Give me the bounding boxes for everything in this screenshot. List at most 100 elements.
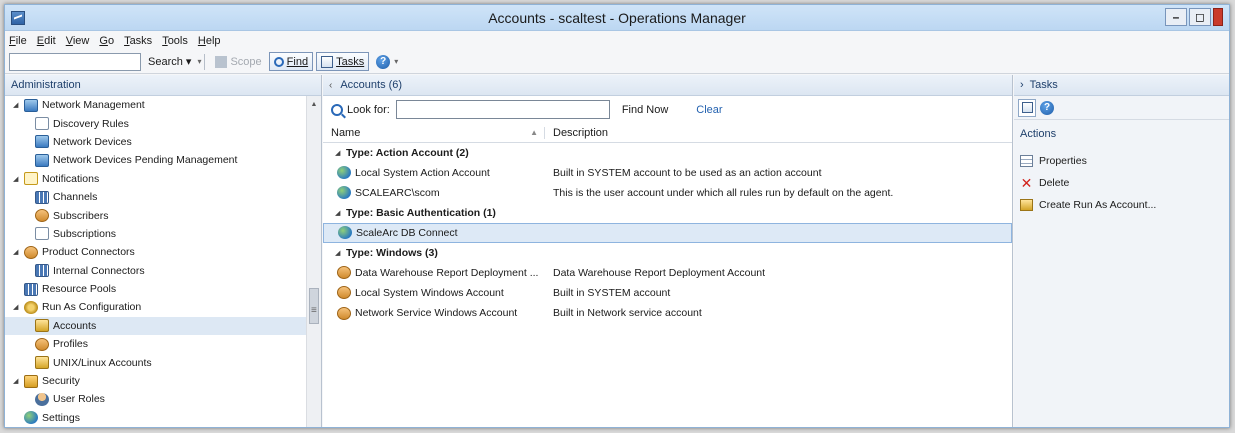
tree-item-security[interactable]: ◢ Security xyxy=(5,372,306,390)
tree-item-resource-pools[interactable]: Resource Pools xyxy=(5,280,306,298)
tree-item-network-devices-pending-management[interactable]: Network Devices Pending Management xyxy=(5,151,306,169)
tree-item-internal-connectors[interactable]: Internal Connectors xyxy=(5,262,306,280)
actions-list: Properties ✕ Delete Create Run As Account..… xyxy=(1014,150,1229,216)
group-header[interactable]: ◢ Type: Action Account (2) xyxy=(323,143,1012,163)
menu-go[interactable]: Go xyxy=(99,35,114,47)
toolbar: Search ▾ ▾ Scope Find Tasks ? ▾ xyxy=(5,50,1229,74)
group-header[interactable]: ◢ Type: Basic Authentication (1) xyxy=(323,203,1012,223)
table-row[interactable]: ScaleArc DB Connect xyxy=(323,222,1012,243)
toolbar-overflow-icon-2[interactable]: ▾ xyxy=(394,57,398,66)
tree-item-network-management[interactable]: ◢ Network Management xyxy=(5,96,306,114)
menu-edit[interactable]: Edit xyxy=(37,35,56,47)
expand-tasks-icon[interactable]: › xyxy=(1020,79,1024,91)
tree-item-user-roles[interactable]: User Roles xyxy=(5,390,306,408)
column-header-description[interactable]: Description xyxy=(545,127,608,139)
menu-file[interactable]: File xyxy=(9,35,27,47)
help-button[interactable]: ? xyxy=(372,52,394,71)
tab-tasks[interactable] xyxy=(1018,98,1036,117)
table-row[interactable]: Local System Action Account Built in SYST… xyxy=(323,163,1012,183)
navigation-tree: ◢ Network Management Discovery Rules Networ… xyxy=(5,96,306,427)
accounts-list: ◢ Type: Action Account (2) Local System Ac… xyxy=(323,143,1012,323)
navigation-scrollbar[interactable]: ▲ xyxy=(306,96,321,427)
find-button[interactable]: Find xyxy=(268,52,314,71)
tab-help[interactable]: ? xyxy=(1038,99,1056,117)
tree-item-label: Settings xyxy=(42,411,80,424)
scope-button[interactable]: Scope xyxy=(211,52,265,71)
action-properties[interactable]: Properties xyxy=(1014,150,1229,172)
cell-description: Built in SYSTEM account xyxy=(553,286,671,299)
tree-item-settings[interactable]: Settings xyxy=(5,409,306,427)
group-header[interactable]: ◢ Type: Windows (3) xyxy=(323,243,1012,263)
tasks-button[interactable]: Tasks xyxy=(316,52,370,71)
tree-item-label: Network Devices Pending Management xyxy=(53,154,238,167)
search-button[interactable]: Search ▾ xyxy=(144,52,195,71)
action-label: Create Run As Account... xyxy=(1039,199,1157,211)
account-name: ScaleArc DB Connect xyxy=(356,226,458,239)
scope-icon xyxy=(215,55,228,68)
action-delete[interactable]: ✕ Delete xyxy=(1014,172,1229,194)
group-title: Type: Action Account (2) xyxy=(346,146,469,159)
net-icon xyxy=(35,135,49,149)
find-label: Find xyxy=(286,55,309,68)
minimize-button[interactable]: – xyxy=(1165,8,1187,26)
tree-item-accounts[interactable]: Accounts xyxy=(5,316,306,336)
toolbar-search-input[interactable] xyxy=(9,52,141,71)
expand-arrow-icon[interactable]: ◢ xyxy=(13,303,21,311)
tree-item-run-as-configuration[interactable]: ◢ Run As Configuration xyxy=(5,298,306,316)
collapse-arrow-icon[interactable]: ◢ xyxy=(335,209,343,217)
tree-item-network-devices[interactable]: Network Devices xyxy=(5,133,306,151)
expand-arrow-icon[interactable]: ◢ xyxy=(13,377,21,385)
tree-item-discovery-rules[interactable]: Discovery Rules xyxy=(5,114,306,132)
close-button[interactable] xyxy=(1213,8,1223,26)
tasks-tab-icon xyxy=(1021,102,1033,113)
tree-item-channels[interactable]: Channels xyxy=(5,188,306,206)
action-create-run-as-account[interactable]: Create Run As Account... xyxy=(1014,194,1229,216)
key-icon xyxy=(35,319,49,333)
menu-view[interactable]: View xyxy=(66,35,90,47)
maximize-button[interactable]: ◻ xyxy=(1189,8,1211,26)
results-title: Accounts (6) xyxy=(340,79,403,91)
tree-item-subscriptions[interactable]: Subscriptions xyxy=(5,225,306,243)
collapse-navigation-icon[interactable]: ‹ xyxy=(329,80,332,91)
navigation-pane: Administration ◢ Network Management Discov… xyxy=(5,75,322,427)
find-now-button[interactable]: Find Now xyxy=(622,104,668,116)
expand-arrow-icon[interactable]: ◢ xyxy=(13,175,21,183)
tree-item-label: Network Management xyxy=(42,99,145,112)
results-pane: ‹ Accounts (6) Look for: Find Now Clear … xyxy=(323,75,1013,427)
table-row[interactable]: Network Service Windows Account Built in … xyxy=(323,303,1012,323)
results-pane-header: ‹ Accounts (6) xyxy=(323,75,1012,96)
menu-tasks[interactable]: Tasks xyxy=(124,35,152,47)
expand-arrow-icon[interactable]: ◢ xyxy=(13,248,21,256)
tree-item-subscribers[interactable]: Subscribers xyxy=(5,206,306,224)
splitter-grip-icon[interactable]: ≡ xyxy=(311,305,317,316)
table-row[interactable]: Data Warehouse Report Deployment ... Data… xyxy=(323,262,1012,282)
collapse-arrow-icon[interactable]: ◢ xyxy=(335,149,343,157)
create-account-icon xyxy=(1020,199,1033,211)
tree-item-product-connectors[interactable]: ◢ Product Connectors xyxy=(5,243,306,261)
tree-item-label: Security xyxy=(42,375,80,388)
chevron-down-icon: ▾ xyxy=(185,56,192,68)
toolbar-overflow-icon[interactable]: ▾ xyxy=(197,57,201,66)
group-title: Type: Basic Authentication (1) xyxy=(346,206,496,219)
expand-arrow-icon[interactable]: ◢ xyxy=(13,101,21,109)
cell-description: Data Warehouse Report Deployment Account xyxy=(553,266,766,279)
tree-item-label: Network Devices xyxy=(53,135,132,148)
look-for-label: Look for: xyxy=(331,103,390,116)
scroll-up-icon[interactable]: ▲ xyxy=(307,96,321,112)
menu-help[interactable]: Help xyxy=(198,35,221,47)
grid-icon xyxy=(35,264,49,278)
menu-tools[interactable]: Tools xyxy=(162,35,188,47)
collapse-arrow-icon[interactable]: ◢ xyxy=(335,249,343,257)
look-for-input[interactable] xyxy=(395,100,610,119)
tree-item-profiles[interactable]: Profiles xyxy=(5,335,306,353)
tree-item-unix-linux-accounts[interactable]: UNIX/Linux Accounts xyxy=(5,353,306,371)
table-row[interactable]: Local System Windows Account Built in SYS… xyxy=(323,283,1012,303)
cell-name: Local System Action Account xyxy=(323,166,545,180)
column-header-name[interactable]: Name ▲ xyxy=(323,126,545,139)
clear-link[interactable]: Clear xyxy=(696,104,722,116)
tree-item-notifications[interactable]: ◢ Notifications xyxy=(5,170,306,188)
window-controls: – ◻ xyxy=(1165,8,1223,26)
table-row[interactable]: SCALEARC\scom This is the user account un… xyxy=(323,183,1012,203)
account-name: Network Service Windows Account xyxy=(355,307,518,320)
tasks-icon xyxy=(321,55,334,68)
